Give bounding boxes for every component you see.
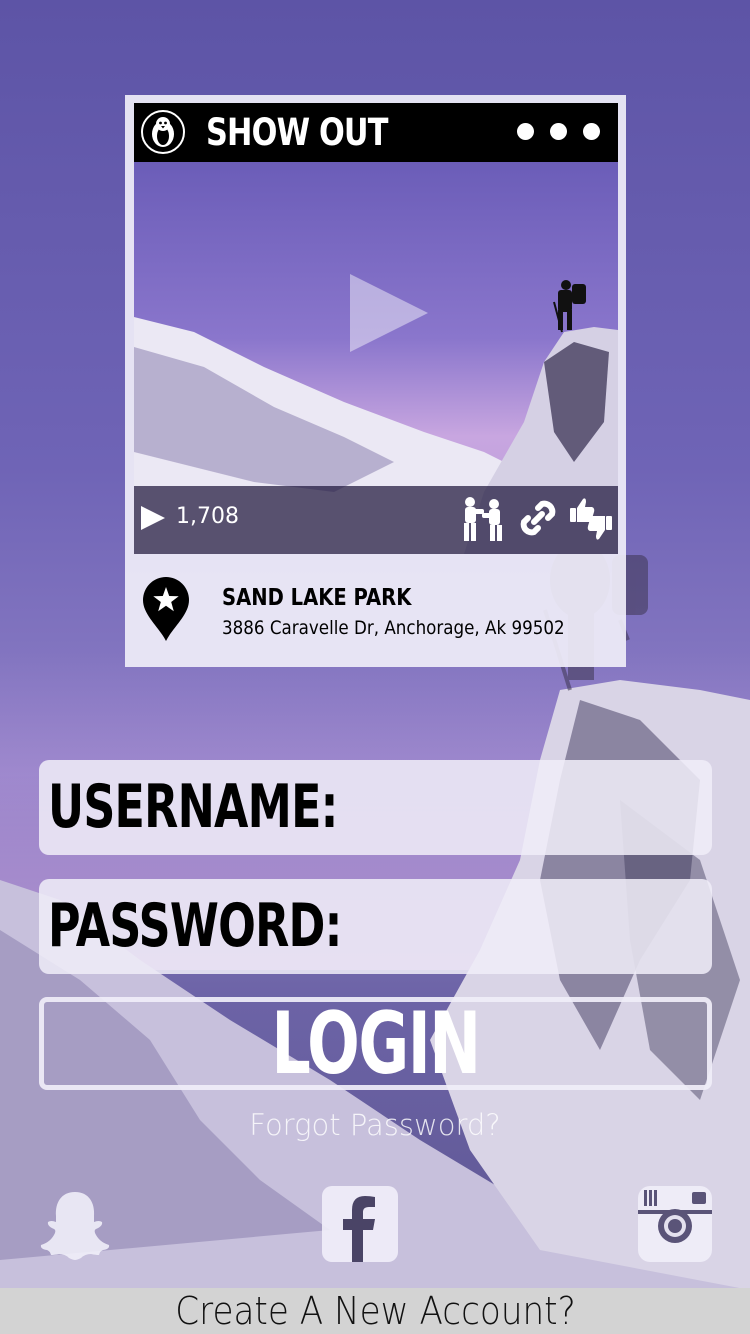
login-label: LOGIN — [271, 994, 481, 1094]
location-address: 3886 Caravelle Dr, Anchorage, Ak 99502 — [222, 617, 565, 639]
create-account-label: Create A New Account? — [174, 1289, 576, 1333]
password-input[interactable] — [289, 889, 703, 966]
media-controls: 1,708 — [134, 486, 618, 554]
more-icon[interactable] — [517, 123, 600, 140]
username-field[interactable]: USERNAME: — [39, 760, 712, 855]
snapchat-icon[interactable] — [37, 1186, 113, 1262]
forgot-password-link[interactable]: Forgot Password? — [0, 1108, 750, 1142]
facebook-icon[interactable] — [322, 1186, 398, 1262]
link-icon[interactable] — [516, 496, 562, 544]
username-input[interactable] — [289, 770, 703, 847]
thumbs-icon[interactable] — [568, 496, 614, 544]
location-info: SAND LAKE PARK 3886 Caravelle Dr, Anchor… — [125, 557, 626, 667]
login-button[interactable]: LOGIN — [39, 997, 712, 1090]
boxing-icon[interactable] — [458, 496, 510, 544]
create-account-button[interactable]: Create A New Account? — [0, 1288, 750, 1334]
brand-title: SHOW OUT — [206, 111, 388, 154]
location-pin-icon — [143, 577, 189, 646]
view-count: 1,708 — [176, 504, 239, 529]
play-icon[interactable] — [350, 274, 428, 352]
location-name: SAND LAKE PARK — [222, 585, 412, 611]
instagram-icon[interactable] — [638, 1186, 714, 1262]
video-card: SHOW OUT 1,708 SAND LAKE PARK 3886 Carav… — [125, 95, 626, 667]
card-header: SHOW OUT — [134, 103, 618, 162]
penguin-icon — [141, 110, 185, 154]
views-play-icon — [141, 506, 165, 530]
password-field[interactable]: PASSWORD: — [39, 879, 712, 974]
video-thumbnail[interactable]: 1,708 — [134, 162, 618, 554]
